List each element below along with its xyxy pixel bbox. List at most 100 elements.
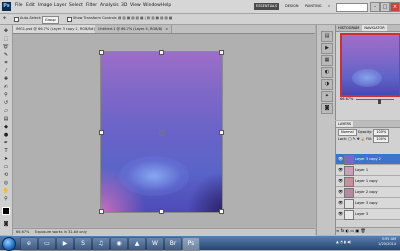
menu-edit[interactable]: Edit xyxy=(26,3,35,8)
bridge-icon[interactable]: Br xyxy=(164,237,182,251)
layers-bottom-toolbar[interactable]: ∞ fx ◐ ▭ ▣ 🗑 xyxy=(336,227,400,234)
zoom-slider-knob[interactable] xyxy=(378,99,381,104)
layer-action-icons[interactable]: ∞ fx ◐ ▭ ▣ 🗑 xyxy=(336,228,366,233)
blur-tool-icon[interactable]: ◆ xyxy=(2,124,10,130)
masks-panel-icon[interactable]: ◙ xyxy=(321,103,333,114)
transform-handle[interactable] xyxy=(219,209,224,214)
clone-stamp-tool-icon[interactable]: ⚲ xyxy=(2,92,10,98)
navigator-thumbnail[interactable] xyxy=(340,33,400,97)
pen-tool-icon[interactable]: ✒ xyxy=(2,140,10,146)
healing-brush-tool-icon[interactable]: ✚ xyxy=(2,76,10,82)
maximize-button[interactable]: □ xyxy=(380,2,390,12)
tab-navigator[interactable]: NAVIGATOR xyxy=(362,25,387,31)
styles-panel-icon[interactable]: ✦ xyxy=(321,91,333,102)
quick-mask-icon[interactable]: ◙ xyxy=(2,221,10,227)
skype-icon[interactable]: S xyxy=(74,237,92,251)
transform-handle[interactable] xyxy=(159,50,164,55)
ie-icon[interactable]: e xyxy=(20,237,38,251)
auto-select-dropdown[interactable]: Group xyxy=(42,16,59,24)
transform-handle[interactable] xyxy=(99,130,104,135)
menu-layer[interactable]: Layer xyxy=(54,3,67,8)
marquee-tool-icon[interactable]: ⬚ xyxy=(2,36,10,42)
layer-row[interactable]: 👁 Layer 1 xyxy=(336,165,400,176)
brush-tool-icon[interactable]: ✍ xyxy=(2,84,10,90)
fill-field[interactable]: 100% xyxy=(373,136,390,143)
actions-panel-icon[interactable]: ▶ xyxy=(321,43,333,54)
transform-handle[interactable] xyxy=(219,130,224,135)
navigator-zoom-slider[interactable] xyxy=(356,99,394,104)
itunes-icon[interactable]: ♫ xyxy=(92,237,110,251)
tab-img1[interactable]: IMG1.psd @ 66.7% (Layer 3 copy 2, RGB/8#… xyxy=(13,25,106,33)
history-panel-icon[interactable]: ▤ xyxy=(321,31,333,42)
photoshop-icon[interactable]: Ps xyxy=(182,237,200,251)
opacity-field[interactable]: 100% xyxy=(373,129,390,136)
close-icon[interactable]: × xyxy=(165,27,168,31)
color-panel-icon[interactable]: ◐ xyxy=(321,67,333,78)
chrome-icon[interactable]: ◉ xyxy=(110,237,128,251)
menu-filter[interactable]: Filter xyxy=(86,3,97,8)
clock-time[interactable]: 3:55 AM xyxy=(382,237,396,241)
align-icons[interactable]: ▤ ▥ ▦ ▧ ▨ ▩ | ▤ ▥ ▦ ▧ ▨ ▩ xyxy=(118,16,172,20)
eyedropper-tool-icon[interactable]: ⁄ xyxy=(2,68,10,74)
transform-handle[interactable] xyxy=(99,50,104,55)
tab-layers[interactable]: LAYERS xyxy=(336,121,354,127)
tab-untitled-1[interactable]: Untitled-1 @ 66.7% (Layer 4, RGB/8) × xyxy=(95,25,173,33)
eye-icon[interactable]: 👁 xyxy=(338,201,343,205)
layer-row[interactable]: 👁 Layer 3 copy 2 xyxy=(336,154,400,165)
layer-row[interactable]: 👁 Layer 3 xyxy=(336,209,400,220)
transform-handle[interactable] xyxy=(159,209,164,214)
dodge-tool-icon[interactable]: ● xyxy=(2,132,10,138)
menu-select[interactable]: Select xyxy=(69,3,83,8)
move-tool-icon[interactable]: ✥ xyxy=(2,28,10,34)
eraser-tool-icon[interactable]: ▱ xyxy=(2,108,10,114)
workspace-painting[interactable]: PAINTING xyxy=(303,3,323,10)
menu-analysis[interactable]: Analysis xyxy=(100,3,119,8)
layer-row[interactable]: 👁 Layer 1 copy xyxy=(336,176,400,187)
tray-icons[interactable]: ▲ ◔ ▮ ◀) xyxy=(336,240,351,244)
mediaplayer-icon[interactable]: ▶ xyxy=(56,237,74,251)
eye-icon[interactable]: 👁 xyxy=(338,157,343,161)
clock-date[interactable]: 1/20/2014 xyxy=(378,242,396,246)
word-icon[interactable]: W xyxy=(146,237,164,251)
eye-icon[interactable]: 👁 xyxy=(338,168,343,172)
menu-file[interactable]: File xyxy=(15,3,23,8)
menu-image[interactable]: Image xyxy=(38,3,52,8)
vlc-icon[interactable]: ▲ xyxy=(128,237,146,251)
start-button[interactable] xyxy=(2,237,16,251)
shape-tool-icon[interactable]: ▭ xyxy=(2,164,10,170)
explorer-icon[interactable]: ▭ xyxy=(38,237,56,251)
eye-icon[interactable]: 👁 xyxy=(338,212,343,216)
adjustments-panel-icon[interactable]: ◑ xyxy=(321,79,333,90)
3d-rotate-tool-icon[interactable]: ⟲ xyxy=(2,172,10,178)
tab-histogram[interactable]: HISTOGRAM xyxy=(336,25,361,31)
hand-tool-icon[interactable]: ✋ xyxy=(2,188,10,194)
document-canvas[interactable] xyxy=(99,50,224,214)
blend-mode-dropdown[interactable]: Normal xyxy=(338,129,357,136)
menu-help[interactable]: Help xyxy=(161,3,171,8)
menu-3d[interactable]: 3D xyxy=(121,3,127,8)
quick-select-tool-icon[interactable]: ✎ xyxy=(2,52,10,58)
workspace-design[interactable]: DESIGN xyxy=(283,3,301,10)
transform-handle[interactable] xyxy=(99,209,104,214)
lock-icons[interactable]: ▢ ✎ ✥ 🔒 xyxy=(348,137,365,141)
workspace-essentials[interactable]: ESSENTIALS xyxy=(254,3,280,10)
layer-row[interactable]: 👁 Layer 3 copy xyxy=(336,198,400,209)
zoom-level[interactable]: 66.67% xyxy=(16,230,29,234)
auto-select-checkbox[interactable] xyxy=(14,17,19,22)
path-select-tool-icon[interactable]: ➤ xyxy=(2,156,10,162)
menu-window[interactable]: Window xyxy=(143,3,161,8)
eye-icon[interactable]: 👁 xyxy=(338,179,343,183)
zoom-tool-icon[interactable]: ⚲ xyxy=(2,196,10,202)
navigator-zoom-value[interactable]: 66.67% xyxy=(340,97,353,101)
show-transform-checkbox[interactable] xyxy=(67,17,72,22)
lasso-tool-icon[interactable]: ➰ xyxy=(2,44,10,50)
foreground-color-swatch[interactable] xyxy=(2,207,10,215)
3d-orbit-tool-icon[interactable]: ◎ xyxy=(2,180,10,186)
swatches-panel-icon[interactable]: ▦ xyxy=(321,55,333,66)
workspace-more[interactable]: » xyxy=(326,3,332,10)
eye-icon[interactable]: 👁 xyxy=(338,190,343,194)
layer-row[interactable]: 👁 Layer 2 copy xyxy=(336,187,400,198)
crop-tool-icon[interactable]: ⌗ xyxy=(2,60,10,66)
type-tool-icon[interactable]: T xyxy=(2,148,10,154)
search-input[interactable] xyxy=(336,3,368,12)
